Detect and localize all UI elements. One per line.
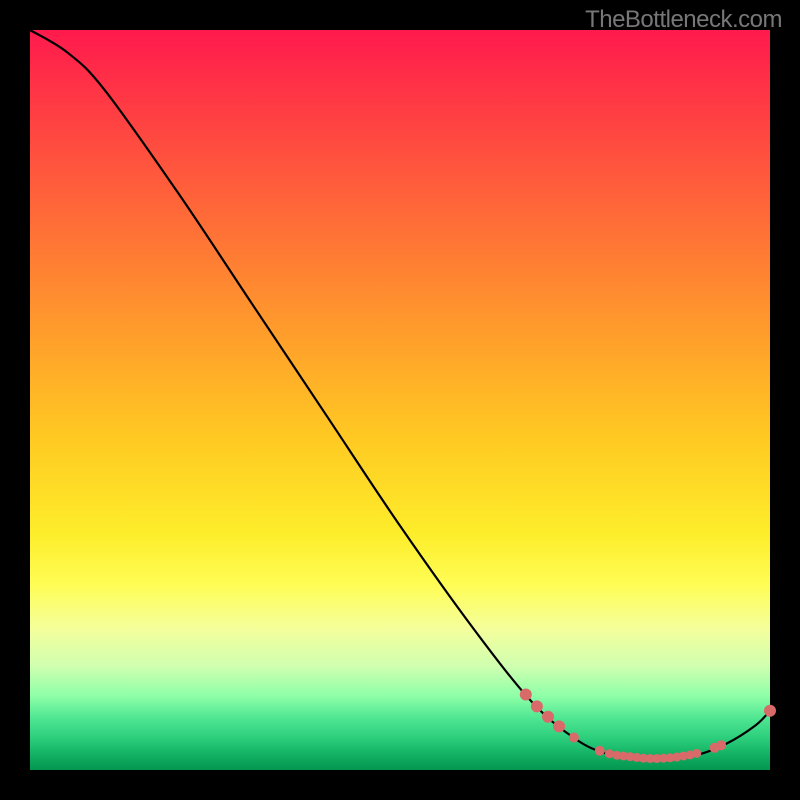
data-marker xyxy=(595,746,605,756)
data-marker xyxy=(542,711,554,723)
data-marker xyxy=(520,689,532,701)
data-marker xyxy=(553,720,565,732)
data-marker xyxy=(569,732,579,742)
chart-frame: TheBottleneck.com xyxy=(0,0,800,800)
chart-svg xyxy=(30,30,770,770)
data-marker xyxy=(764,705,776,717)
data-marker xyxy=(531,700,543,712)
data-marker xyxy=(692,749,701,758)
marker-group xyxy=(520,689,776,764)
data-marker xyxy=(716,740,726,750)
plot-area xyxy=(30,30,770,770)
bottleneck-curve xyxy=(30,30,770,759)
data-marker xyxy=(605,749,614,758)
